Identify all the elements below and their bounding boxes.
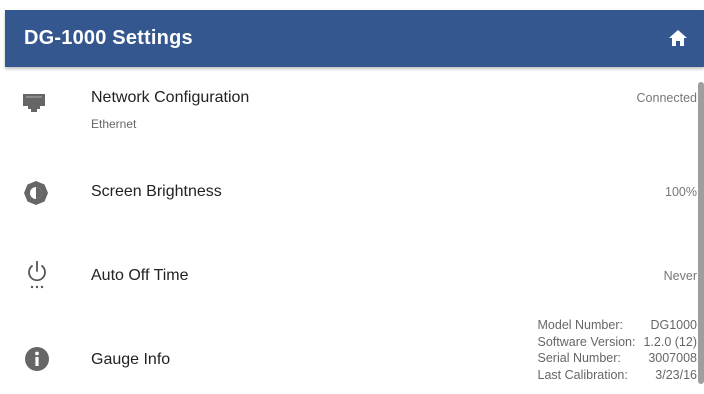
- detail-label: Software Version:: [537, 334, 636, 349]
- detail-label: Model Number:: [537, 318, 623, 332]
- page-title: DG-1000 Settings: [24, 27, 193, 49]
- vertical-scrollbar[interactable]: [698, 82, 704, 384]
- gauge-info-item[interactable]: Gauge Info Model Number: DG1000 Software…: [5, 317, 697, 394]
- network-configuration-subtitle: Ethernet: [91, 117, 137, 131]
- ethernet-port-icon: [23, 94, 45, 112]
- network-status-value: Connected: [636, 91, 697, 105]
- detail-value: DG1000: [650, 318, 697, 332]
- network-configuration-item[interactable]: Network Configuration Ethernet Connected: [5, 67, 697, 147]
- detail-row-software-version: Software Version: 1.2.0 (12): [538, 334, 697, 351]
- detail-row-serial-number: Serial Number: 3007008: [538, 350, 697, 367]
- gauge-info-title: Gauge Info: [91, 351, 171, 368]
- auto-off-time-item[interactable]: Auto Off Time Never: [5, 243, 697, 308]
- detail-label: Last Calibration:: [537, 367, 628, 382]
- brightness-icon: [24, 181, 48, 205]
- detail-value: 3/23/16: [655, 367, 697, 382]
- power-timer-icon: [28, 261, 46, 289]
- detail-label: Serial Number:: [537, 351, 621, 365]
- gauge-info-details: Model Number: DG1000 Software Version: 1…: [538, 317, 697, 383]
- detail-row-last-calibration: Last Calibration: 3/23/16: [538, 367, 697, 384]
- detail-row-model-number: Model Number: DG1000: [538, 317, 697, 334]
- screen-brightness-value: 100%: [665, 185, 697, 199]
- auto-off-time-title: Auto Off Time: [91, 267, 189, 284]
- settings-list: Network Configuration Ethernet Connected…: [5, 67, 697, 394]
- detail-value: 3007008: [648, 351, 697, 365]
- auto-off-time-value: Never: [663, 269, 697, 283]
- app-bar: DG-1000 Settings: [5, 10, 704, 67]
- network-configuration-title: Network Configuration: [91, 89, 250, 106]
- home-button[interactable]: [666, 26, 690, 50]
- screen-brightness-title: Screen Brightness: [91, 183, 222, 200]
- screen-brightness-item[interactable]: Screen Brightness 100%: [5, 162, 697, 222]
- home-icon: [669, 30, 687, 46]
- info-icon: [25, 347, 49, 371]
- detail-value: 1.2.0 (12): [643, 334, 697, 349]
